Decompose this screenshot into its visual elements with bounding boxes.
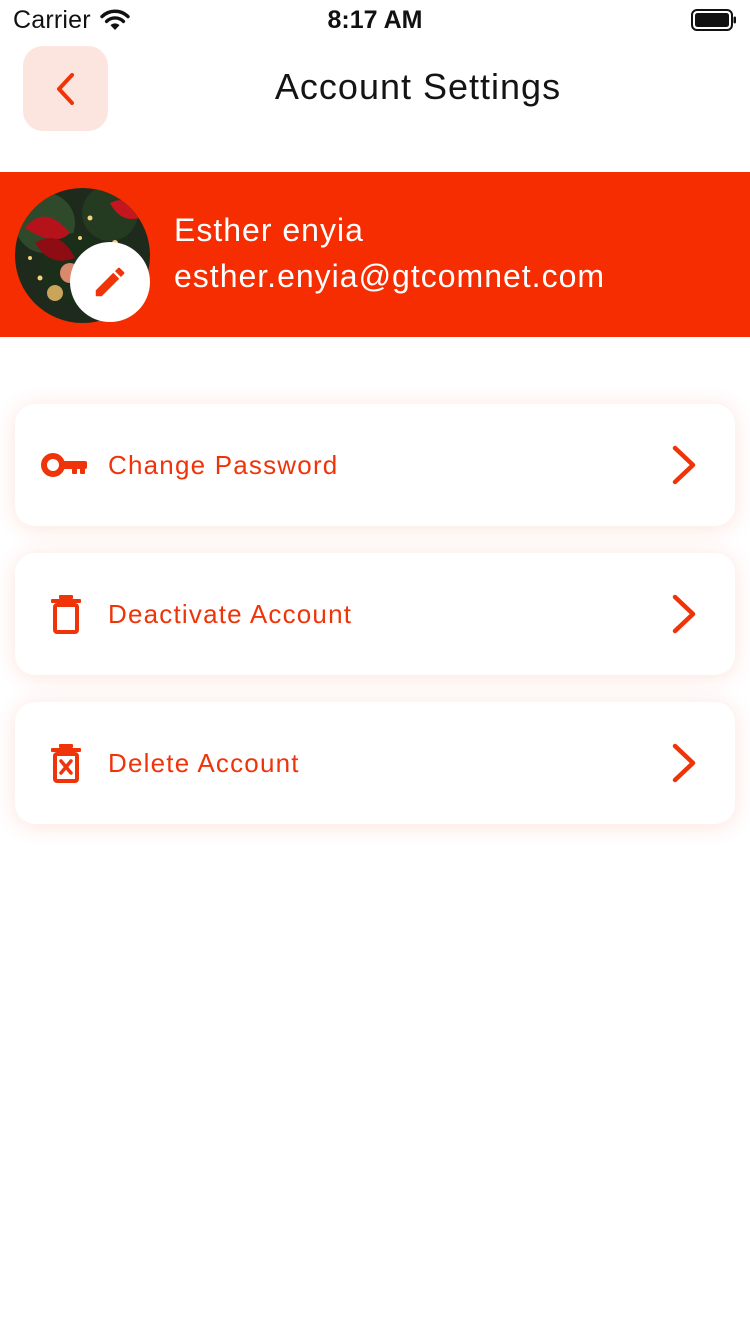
profile-email: esther.enyia@gtcomnet.com [174,258,606,294]
settings-list: Change Password Deactivate Account Delet… [15,404,735,851]
deactivate-account-label: Deactivate Account [108,599,353,629]
change-password-item[interactable]: Change Password [15,404,735,526]
deactivate-account-item[interactable]: Deactivate Account [15,553,735,675]
edit-avatar-button[interactable] [70,242,150,322]
key-icon [37,440,95,490]
trash-icon [37,589,95,639]
chevron-right-icon [672,445,696,485]
delete-account-item[interactable]: Delete Account [15,702,735,824]
delete-account-label: Delete Account [108,748,300,778]
chevron-left-icon [56,72,74,105]
pencil-icon [95,267,125,297]
status-bar: Carrier 8:17 AM [0,0,750,40]
page-title: Account Settings [274,66,562,107]
profile-banner: Esther enyia esther.enyia@gtcomnet.com [0,172,750,337]
profile-name: Esther enyia [174,212,364,248]
status-time: 8:17 AM [327,6,423,34]
delete-x-icon [37,738,95,788]
battery-full-icon [691,9,736,31]
back-button[interactable] [23,46,108,131]
chevron-right-icon [672,743,696,783]
chevron-right-icon [672,594,696,634]
change-password-label: Change Password [108,450,339,480]
